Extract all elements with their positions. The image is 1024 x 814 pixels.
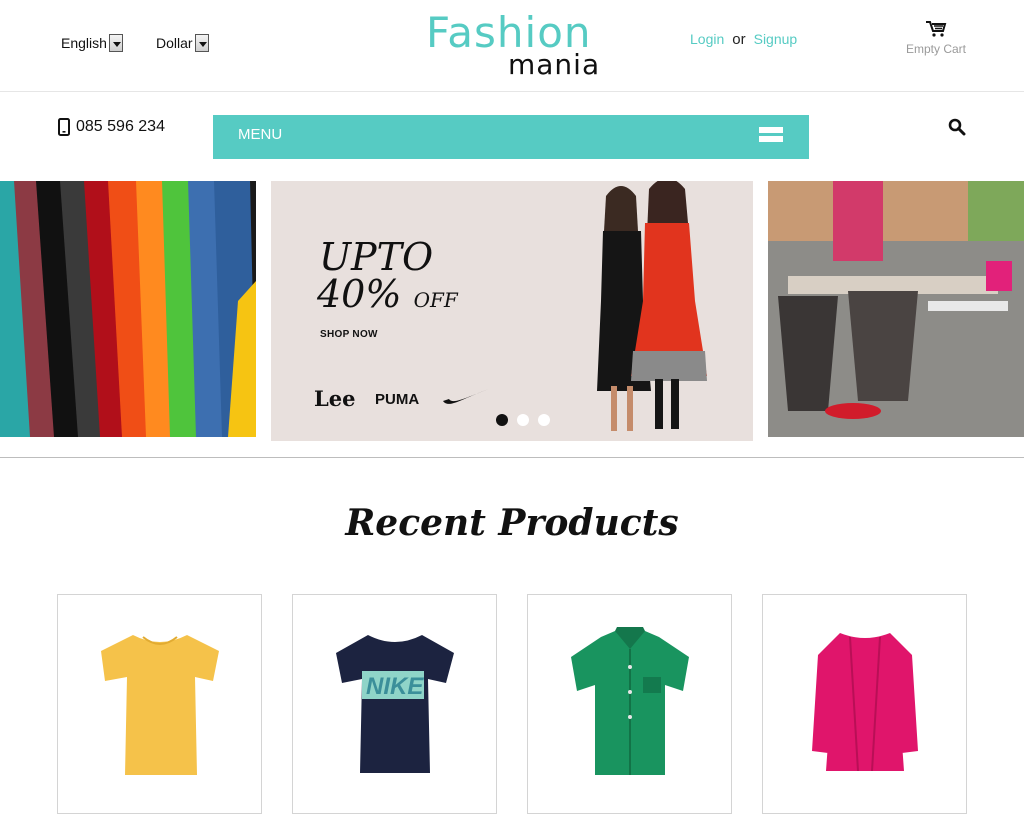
menu-bar[interactable]: MENU	[213, 115, 809, 159]
product-card[interactable]: NIKE	[292, 594, 497, 814]
recent-products-heading: Recent Products	[345, 502, 679, 544]
yellow-tshirt-image	[101, 635, 219, 775]
svg-text:NIKE: NIKE	[366, 673, 424, 700]
language-select[interactable]: English	[61, 34, 123, 52]
cart-icon	[926, 21, 947, 37]
slide-street-market	[768, 181, 1024, 437]
product-card[interactable]	[57, 594, 262, 814]
hero-slider[interactable]: UPTO 40% OFF SHOP NOW Lee PUMA	[0, 181, 1024, 443]
currency-select[interactable]: Dollar	[156, 34, 209, 52]
logo-bottom-text: mania	[508, 48, 601, 81]
chevron-down-icon[interactable]	[108, 34, 123, 52]
search-button[interactable]	[948, 118, 966, 141]
slider-dot[interactable]	[517, 414, 529, 426]
brand-lee-logo: Lee	[314, 386, 356, 411]
hamburger-icon[interactable]	[759, 127, 783, 145]
cart-status: Empty Cart	[905, 42, 966, 56]
search-icon	[948, 118, 966, 136]
navigation-row: 085 596 234 MENU	[0, 92, 1024, 180]
product-card[interactable]	[527, 594, 732, 814]
or-text: or	[732, 31, 746, 48]
slider-dots	[496, 414, 550, 426]
navy-tshirt-image: NIKE	[336, 635, 454, 773]
auth-links: Login or Signup	[690, 31, 797, 48]
promo-discount: 40% OFF	[317, 273, 458, 321]
promo-off: OFF	[413, 288, 458, 312]
slider-dot[interactable]	[538, 414, 550, 426]
product-card[interactable]	[762, 594, 967, 814]
phone-icon	[58, 118, 70, 136]
nike-swoosh-icon	[443, 389, 489, 404]
language-value: English	[61, 35, 107, 51]
login-link[interactable]: Login	[690, 31, 724, 47]
menu-label: MENU	[238, 126, 283, 143]
currency-value: Dollar	[156, 35, 193, 51]
phone-number: 085 596 234	[76, 118, 165, 135]
green-shirt-image	[571, 627, 689, 775]
promo-percent: 40%	[317, 272, 402, 316]
top-header: English Dollar Fashion mania Login or Si…	[0, 0, 1024, 92]
signup-link[interactable]: Signup	[754, 31, 798, 47]
slide-promo[interactable]: UPTO 40% OFF SHOP NOW Lee PUMA	[271, 181, 753, 441]
shop-now-link[interactable]: SHOP NOW	[320, 329, 378, 340]
shoe-stall-image	[768, 181, 1024, 437]
site-logo[interactable]: Fashion mania	[426, 10, 601, 82]
pink-cardigan-image	[812, 633, 918, 772]
section-divider	[0, 457, 1024, 458]
brand-puma-logo: PUMA	[375, 391, 420, 408]
phone-contact: 085 596 234	[58, 118, 165, 136]
slide-clothes-rack	[0, 181, 256, 437]
cart-widget[interactable]: Empty Cart	[900, 20, 972, 56]
promo-heading: UPTO	[319, 235, 434, 279]
slider-dot[interactable]	[496, 414, 508, 426]
chevron-down-icon[interactable]	[194, 34, 209, 52]
hanging-shirts-image	[0, 181, 256, 437]
models-image	[597, 181, 707, 431]
